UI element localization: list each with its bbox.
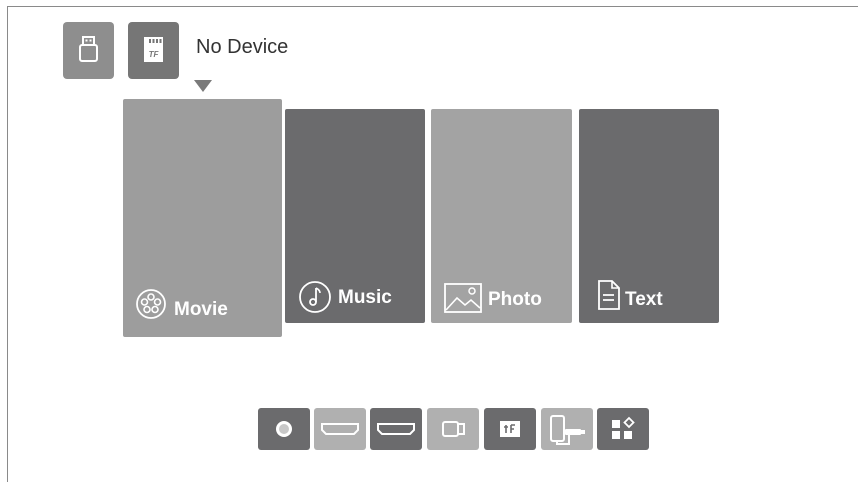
tile-text[interactable]: Text (579, 109, 719, 323)
source-phone-mirror-button[interactable] (541, 408, 593, 450)
source-apps-button[interactable] (597, 408, 649, 450)
tf-source-icon (500, 421, 520, 437)
phone-mirror-icon (550, 415, 585, 445)
tf-card-icon: TF (144, 37, 163, 62)
usb-device-button[interactable] (63, 22, 114, 79)
source-media-button[interactable] (258, 408, 310, 450)
tile-movie[interactable]: Movie (123, 99, 282, 337)
picture-icon (444, 283, 482, 313)
film-reel-icon (136, 289, 166, 319)
source-tf-button[interactable] (484, 408, 536, 450)
source-hdmi2-button[interactable] (370, 408, 422, 450)
tf-card-text: TF (149, 50, 160, 59)
tile-music[interactable]: Music (285, 109, 425, 323)
usb-drive-icon (79, 36, 98, 62)
tile-photo-label: Photo (488, 289, 542, 310)
tile-text-label: Text (625, 289, 663, 310)
tf-card-device-button[interactable]: TF (128, 22, 179, 79)
tile-photo[interactable]: Photo (431, 109, 572, 323)
media-source-icon (276, 421, 292, 437)
hdmi-1-icon (321, 423, 359, 435)
hdmi-2-icon (377, 423, 415, 435)
tile-music-label: Music (338, 287, 392, 308)
source-hdmi1-button[interactable] (314, 408, 366, 450)
usb-source-icon (442, 421, 465, 437)
selection-pointer-icon (194, 80, 212, 92)
device-status: No Device (196, 36, 289, 58)
tile-movie-label: Movie (174, 299, 228, 320)
document-icon (598, 280, 620, 310)
source-usb-button[interactable] (427, 408, 479, 450)
music-note-icon (299, 281, 331, 313)
apps-icon (612, 416, 635, 439)
